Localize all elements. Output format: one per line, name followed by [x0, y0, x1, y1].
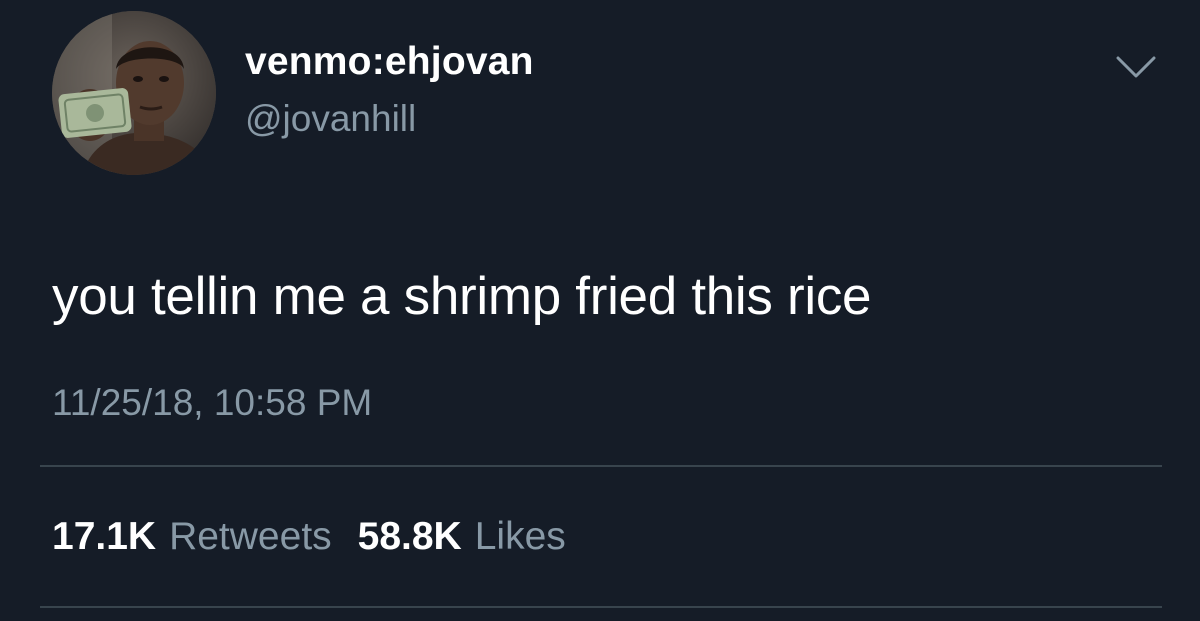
tweet-timestamp[interactable]: 11/25/18, 10:58 PM — [52, 382, 372, 424]
likes-stat[interactable]: 58.8K Likes — [358, 515, 566, 559]
divider — [40, 465, 1162, 467]
author-handle[interactable]: @jovanhill — [245, 98, 416, 140]
likes-label: Likes — [474, 515, 566, 558]
tweet-card: venmo:ehjovan @jovanhill you tellin me a… — [0, 0, 1200, 621]
divider — [40, 606, 1162, 608]
chevron-down-icon[interactable] — [1114, 52, 1158, 82]
tweet-stats: 17.1K Retweets 58.8K Likes — [52, 515, 592, 559]
tweet-text: you tellin me a shrimp fried this rice — [52, 267, 872, 326]
retweets-label: Retweets — [169, 515, 332, 558]
author-display-name[interactable]: venmo:ehjovan — [245, 40, 534, 84]
retweets-stat[interactable]: 17.1K Retweets — [52, 515, 332, 559]
retweets-count: 17.1K — [52, 515, 157, 558]
avatar[interactable] — [52, 11, 216, 175]
likes-count: 58.8K — [357, 515, 462, 558]
avatar-image — [52, 11, 216, 175]
